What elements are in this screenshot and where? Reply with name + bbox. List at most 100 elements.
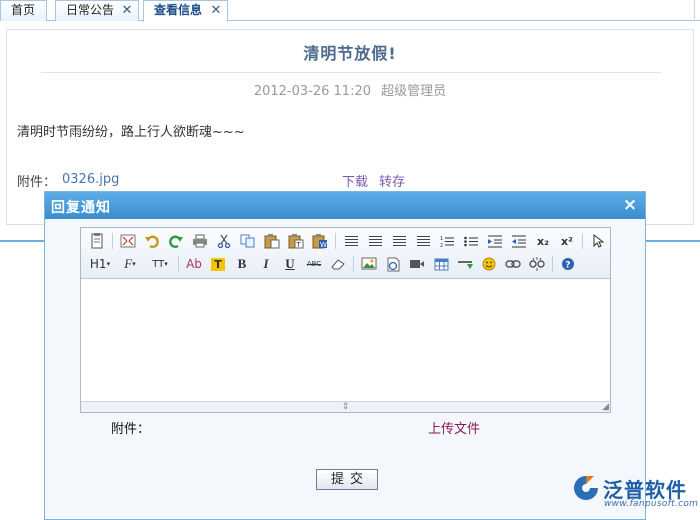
resize-handle-icon[interactable]: ⇕ xyxy=(342,402,350,412)
editor-toolbar: T W 12 x₂ x² H1 ▾ F ▾ TT ▾ Ab T B I U AB… xyxy=(81,228,610,279)
redo-icon[interactable] xyxy=(166,231,186,251)
bold-label: B xyxy=(237,256,247,271)
source-icon[interactable] xyxy=(87,231,107,251)
toolbar-separator xyxy=(335,233,336,249)
font-color-icon[interactable]: Ab xyxy=(184,254,204,274)
svg-text:2: 2 xyxy=(440,243,443,248)
paste-word-icon[interactable]: W xyxy=(310,231,330,251)
link-icon[interactable] xyxy=(503,254,523,274)
eraser-icon[interactable] xyxy=(328,254,348,274)
attachment-label: 附件： xyxy=(111,422,151,437)
svg-text:1: 1 xyxy=(440,236,443,242)
svg-text:W: W xyxy=(320,241,327,249)
tab-view-info[interactable]: 查看信息 ✕ xyxy=(143,0,228,22)
toolbar-row: H1 ▾ F ▾ TT ▾ Ab T B I U ABC ? xyxy=(87,253,582,275)
close-icon[interactable]: ✕ xyxy=(121,4,133,17)
tab-home[interactable]: 首页 xyxy=(0,0,47,21)
copy-icon[interactable] xyxy=(238,231,258,251)
strikethrough-icon[interactable]: ABC xyxy=(304,254,324,274)
underline-icon[interactable]: U xyxy=(280,254,300,274)
unordered-list-icon[interactable] xyxy=(461,231,481,251)
fullscreen-icon[interactable] xyxy=(118,231,138,251)
tab-label: 首页 xyxy=(11,3,36,17)
svg-text:?: ? xyxy=(565,261,570,271)
font-size-dropdown[interactable]: TT ▾ xyxy=(147,254,173,274)
insert-image-icon[interactable] xyxy=(359,254,379,274)
upload-file-link[interactable]: 上传文件 xyxy=(428,418,480,437)
toolbar-separator xyxy=(178,256,179,272)
divider xyxy=(646,240,700,242)
toolbar-separator xyxy=(552,256,553,272)
toolbar-separator xyxy=(112,233,113,249)
forward-link[interactable]: 转存 xyxy=(379,171,405,190)
italic-label: I xyxy=(263,256,269,271)
article-date: 2012-03-26 11:20 xyxy=(253,84,371,99)
align-left-icon[interactable] xyxy=(341,231,361,251)
article-title: 清明节放假! xyxy=(303,44,397,63)
article-meta: 2012-03-26 11:20 超级管理员 xyxy=(7,80,693,99)
bold-icon[interactable]: B xyxy=(232,254,252,274)
editor-resize-bar[interactable]: ⇕ ◢ xyxy=(81,401,610,412)
reply-dialog: 回复通知 × T W 1 2 x₂ x² H1 ▾ F ▾ TT ▾ Ab T … xyxy=(44,191,646,520)
help-icon[interactable]: ? xyxy=(558,254,578,274)
align-center-icon[interactable] xyxy=(365,231,385,251)
article-body: 清明时节雨纷纷，路上行人欲断魂~~~ xyxy=(17,125,245,140)
brand-watermark: 泛普软件 www.fanpusoft.com xyxy=(570,472,699,512)
align-justify-icon[interactable] xyxy=(413,231,433,251)
submit-button[interactable]: 提交 xyxy=(316,469,378,490)
tab-notices[interactable]: 日常公告 ✕ xyxy=(55,0,139,21)
tab-label: 查看信息 xyxy=(154,3,203,17)
undo-icon[interactable] xyxy=(142,231,162,251)
highlight-color-icon[interactable]: T xyxy=(208,254,228,274)
emoticon-icon[interactable] xyxy=(479,254,499,274)
tab-scroll-handle[interactable] xyxy=(694,0,700,21)
resize-grip-icon[interactable]: ◢ xyxy=(602,402,609,412)
font-label: F xyxy=(124,256,133,271)
toolbar-separator xyxy=(353,256,354,272)
horizontal-rule-icon[interactable] xyxy=(455,254,475,274)
subscript-icon[interactable]: x₂ xyxy=(533,231,553,251)
highlight-label: T xyxy=(211,257,225,271)
insert-table-icon[interactable] xyxy=(431,254,451,274)
tab-bar: 首页 日常公告 ✕ 查看信息 ✕ xyxy=(0,0,700,22)
heading-label: H1 xyxy=(89,257,107,271)
underline-label: U xyxy=(285,256,295,271)
paste-icon[interactable] xyxy=(262,231,282,251)
select-all-icon[interactable] xyxy=(588,231,608,251)
superscript-icon[interactable]: x² xyxy=(557,231,577,251)
indent-icon[interactable] xyxy=(485,231,505,251)
paste-text-icon[interactable]: T xyxy=(286,231,306,251)
article-author: 超级管理员 xyxy=(381,84,447,99)
dialog-title: 回复通知 xyxy=(51,200,111,216)
size-label: TT xyxy=(152,258,165,270)
brand-logo-icon xyxy=(574,476,598,500)
italic-icon[interactable]: I xyxy=(256,254,276,274)
align-right-icon[interactable] xyxy=(389,231,409,251)
font-family-dropdown[interactable]: F ▾ xyxy=(117,254,143,274)
outdent-icon[interactable] xyxy=(509,231,529,251)
toolbar-separator xyxy=(582,233,583,249)
tab-label: 日常公告 xyxy=(66,3,115,17)
attachment-label: 附件： xyxy=(17,175,57,190)
close-icon[interactable]: ✕ xyxy=(210,4,222,17)
cut-icon[interactable] xyxy=(214,231,234,251)
insert-flash-icon[interactable] xyxy=(383,254,403,274)
close-icon[interactable]: × xyxy=(622,196,638,214)
heading-dropdown[interactable]: H1 ▾ xyxy=(87,254,113,274)
dialog-header[interactable]: 回复通知 × xyxy=(45,192,645,219)
toolbar-row: T W 12 x₂ x² xyxy=(87,230,612,252)
attachment-file-link[interactable]: 0326.jpg xyxy=(62,172,119,187)
insert-video-icon[interactable] xyxy=(407,254,427,274)
divider xyxy=(41,72,661,73)
unlink-icon[interactable] xyxy=(527,254,547,274)
font-color-label: Ab xyxy=(186,257,202,271)
divider xyxy=(0,240,44,242)
download-link[interactable]: 下载 xyxy=(342,171,368,190)
ordered-list-icon[interactable]: 12 xyxy=(437,231,457,251)
print-icon[interactable] xyxy=(190,231,210,251)
editor-content-area[interactable] xyxy=(81,279,610,401)
brand-url: www.fanpusoft.com xyxy=(604,499,699,509)
svg-text:T: T xyxy=(296,241,302,249)
strike-label: ABC xyxy=(306,260,322,268)
rich-text-editor: T W 12 x₂ x² H1 ▾ F ▾ TT ▾ Ab T B I U AB… xyxy=(80,227,611,413)
